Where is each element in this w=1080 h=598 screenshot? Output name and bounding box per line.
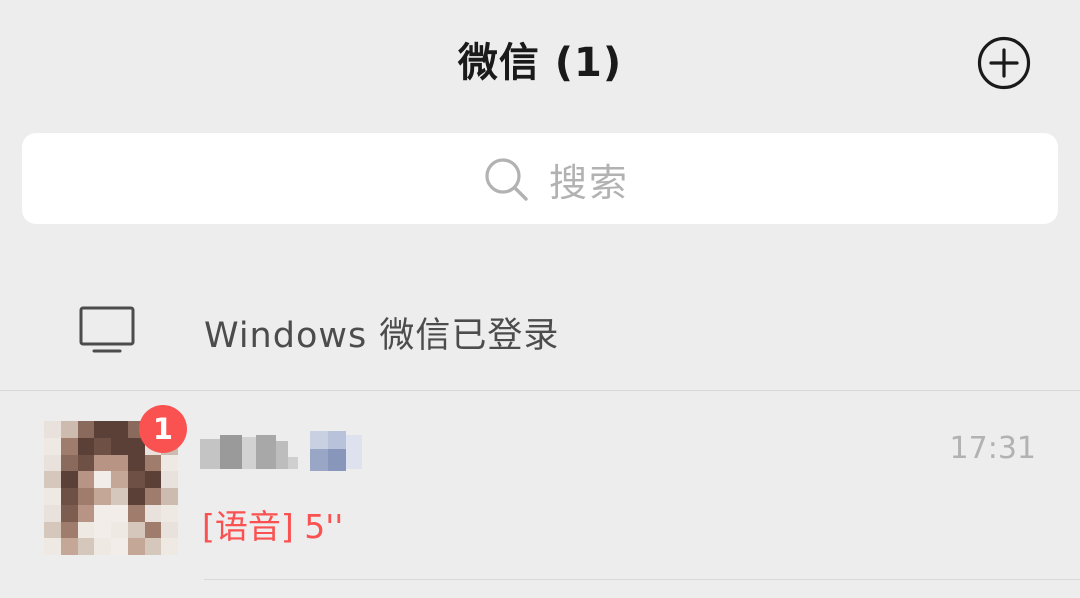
- chat-list-item[interactable]: 1 17:31 [语音] 5'': [0, 391, 1080, 580]
- page-title: 微信 (1): [457, 40, 623, 86]
- divider: [204, 579, 1080, 580]
- top-navbar: 微信 (1): [0, 0, 1080, 125]
- chat-name-obscured: [200, 431, 370, 473]
- add-button[interactable]: [977, 36, 1031, 90]
- search-placeholder: 搜索: [549, 160, 630, 205]
- unread-badge: 1: [139, 405, 187, 453]
- plus-circle-icon: [977, 36, 1031, 90]
- search-bar[interactable]: 搜索: [22, 133, 1058, 224]
- monitor-icon: [79, 306, 135, 354]
- chat-list: 1 17:31 [语音] 5'': [0, 391, 1080, 598]
- windows-login-banner[interactable]: Windows 微信已登录: [0, 270, 1080, 390]
- chat-time: 17:31: [949, 431, 1036, 466]
- search-icon: [483, 156, 529, 202]
- chat-preview: [语音] 5'': [202, 507, 344, 546]
- login-status-text: Windows 微信已登录: [204, 316, 560, 356]
